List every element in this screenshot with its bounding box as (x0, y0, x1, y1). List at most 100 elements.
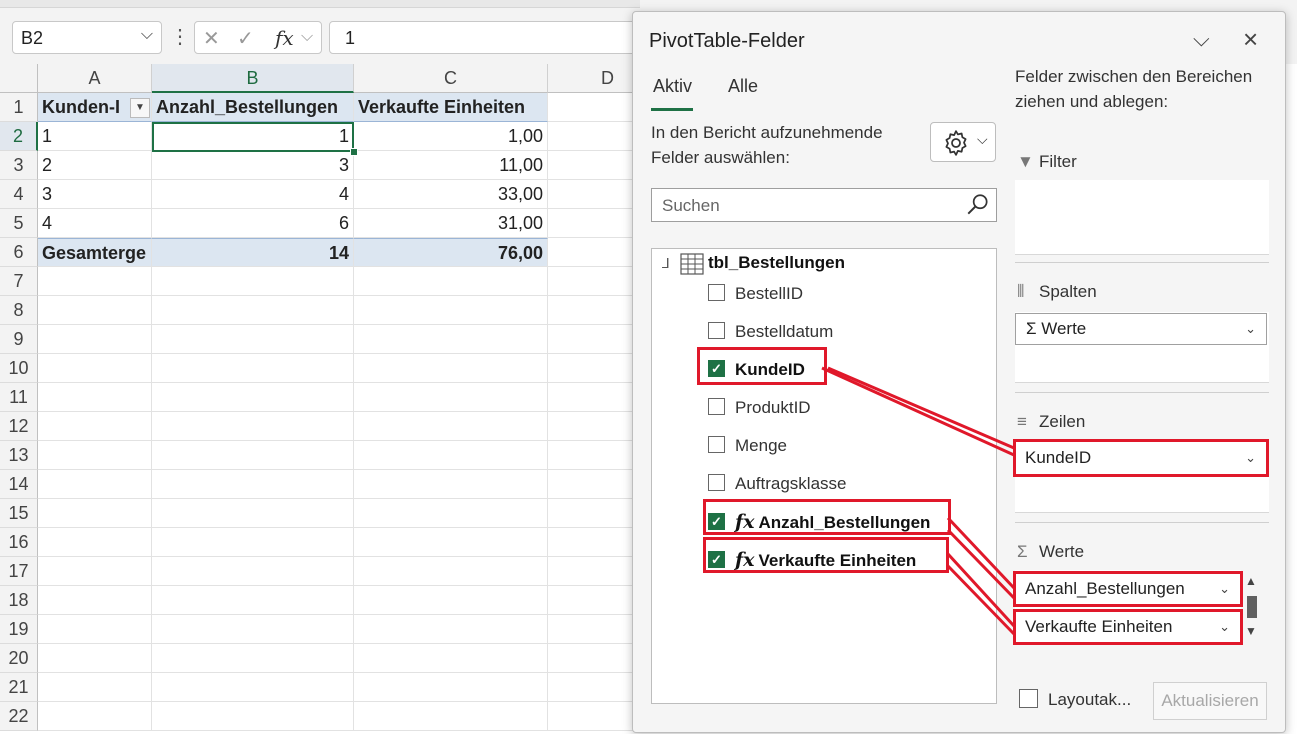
empty-cell[interactable] (354, 470, 548, 499)
collapse-toggle-icon[interactable]: ⅃ (662, 255, 670, 272)
empty-cell[interactable] (38, 644, 152, 673)
tab-alle[interactable]: Alle (728, 76, 758, 97)
empty-cell[interactable] (354, 528, 548, 557)
empty-cell[interactable] (548, 267, 640, 296)
pivot-data-cell[interactable]: 4 (38, 209, 152, 238)
select-all-corner[interactable] (0, 64, 38, 93)
scroll-up-icon[interactable]: ▲ (1245, 574, 1257, 588)
row-header-17[interactable]: 17 (0, 557, 38, 586)
field-search-box[interactable] (651, 188, 997, 222)
empty-cell[interactable] (354, 325, 548, 354)
rows-item-kundeid[interactable]: KundeID ⌄ (1013, 439, 1269, 477)
row-header-13[interactable]: 13 (0, 441, 38, 470)
empty-cell[interactable] (548, 180, 640, 209)
fill-handle[interactable] (350, 148, 358, 156)
empty-cell[interactable] (354, 267, 548, 296)
defer-layout-update-checkbox[interactable]: Layoutak... (1019, 689, 1131, 710)
empty-cell[interactable] (38, 586, 152, 615)
empty-cell[interactable] (38, 499, 152, 528)
empty-cell[interactable] (354, 441, 548, 470)
empty-cell[interactable] (152, 673, 354, 702)
empty-cell[interactable] (548, 151, 640, 180)
empty-cell[interactable] (354, 586, 548, 615)
row-header-19[interactable]: 19 (0, 615, 38, 644)
empty-cell[interactable] (38, 673, 152, 702)
search-input[interactable] (660, 193, 964, 219)
empty-cell[interactable] (152, 644, 354, 673)
row-header-15[interactable]: 15 (0, 499, 38, 528)
row-header-16[interactable]: 16 (0, 528, 38, 557)
cancel-icon[interactable]: ✕ (203, 26, 220, 51)
empty-cell[interactable] (38, 325, 152, 354)
empty-cell[interactable] (152, 557, 354, 586)
empty-cell[interactable] (152, 499, 354, 528)
empty-cell[interactable] (548, 383, 640, 412)
empty-cell[interactable] (548, 296, 640, 325)
column-header-c[interactable]: C (354, 64, 548, 93)
pivot-header-cell[interactable]: Verkaufte Einheiten (354, 93, 548, 122)
row-header-1[interactable]: 1 (0, 93, 38, 122)
close-icon[interactable]: × (1243, 24, 1258, 55)
field-item[interactable]: BestellID (708, 279, 803, 309)
insert-function-icon[interactable]: fx (275, 26, 294, 50)
values-item-verkaufte-einheiten[interactable]: Verkaufte Einheiten ⌄ (1013, 609, 1243, 645)
chevron-down-icon[interactable]: ⌵ (141, 26, 153, 44)
empty-cell[interactable] (548, 354, 640, 383)
empty-cell[interactable] (354, 296, 548, 325)
tools-button[interactable]: ⌵ (930, 122, 996, 162)
filter-dropdown-icon[interactable]: ▼ (130, 98, 150, 118)
checkbox-icon[interactable] (708, 284, 725, 302)
formula-input[interactable]: 1 (329, 21, 649, 54)
more-options-icon[interactable]: ⋮ (170, 24, 190, 49)
row-header-10[interactable]: 10 (0, 354, 38, 383)
empty-cell[interactable] (548, 615, 640, 644)
empty-cell[interactable] (548, 499, 640, 528)
row-header-5[interactable]: 5 (0, 209, 38, 238)
row-header-3[interactable]: 3 (0, 151, 38, 180)
pivot-total-cell[interactable]: Gesamterge (38, 238, 152, 267)
empty-cell[interactable] (354, 354, 548, 383)
empty-cell[interactable] (38, 470, 152, 499)
empty-cell[interactable] (38, 267, 152, 296)
pivot-header-cell[interactable]: Anzahl_Bestellungen (152, 93, 354, 122)
checkbox-icon[interactable] (708, 322, 725, 340)
row-header-9[interactable]: 9 (0, 325, 38, 354)
row-header-18[interactable]: 18 (0, 586, 38, 615)
columns-item-werte[interactable]: Σ Werte ⌄ (1015, 313, 1267, 345)
row-header-8[interactable]: 8 (0, 296, 38, 325)
row-header-6[interactable]: 6 (0, 238, 38, 267)
empty-cell[interactable] (548, 702, 640, 731)
empty-cell[interactable] (548, 122, 640, 151)
empty-cell[interactable] (38, 441, 152, 470)
empty-cell[interactable] (548, 673, 640, 702)
empty-cell[interactable] (152, 267, 354, 296)
pivot-data-cell[interactable]: 4 (152, 180, 354, 209)
empty-cell[interactable] (548, 557, 640, 586)
empty-cell[interactable] (38, 557, 152, 586)
empty-cell[interactable] (38, 383, 152, 412)
scroll-down-icon[interactable]: ▼ (1245, 624, 1257, 638)
empty-cell[interactable] (548, 470, 640, 499)
empty-cell[interactable] (548, 325, 640, 354)
empty-cell[interactable] (548, 412, 640, 441)
empty-cell[interactable] (152, 412, 354, 441)
column-header-b[interactable]: B (152, 64, 354, 93)
scroll-thumb[interactable] (1247, 596, 1257, 618)
empty-cell[interactable] (38, 412, 152, 441)
empty-cell[interactable] (354, 557, 548, 586)
chevron-down-icon[interactable]: ⌄ (1245, 442, 1256, 474)
row-header-11[interactable]: 11 (0, 383, 38, 412)
empty-cell[interactable] (354, 383, 548, 412)
empty-cell[interactable] (354, 615, 548, 644)
empty-cell[interactable] (152, 354, 354, 383)
filter-area-drop[interactable] (1015, 180, 1269, 255)
worksheet-grid[interactable]: A B C D 1 2 3 4 5 6 7 8 9 10 11 12 13 14 15 16 17 18 19 20 2… (0, 64, 668, 734)
empty-cell[interactable] (152, 325, 354, 354)
empty-cell[interactable] (548, 586, 640, 615)
tab-aktiv[interactable]: Aktiv (653, 76, 692, 97)
empty-cell[interactable] (548, 238, 640, 267)
row-header-4[interactable]: 4 (0, 180, 38, 209)
pivot-data-cell[interactable]: 3 (152, 151, 354, 180)
chevron-down-icon[interactable]: ⌄ (1219, 612, 1230, 642)
empty-cell[interactable] (152, 383, 354, 412)
